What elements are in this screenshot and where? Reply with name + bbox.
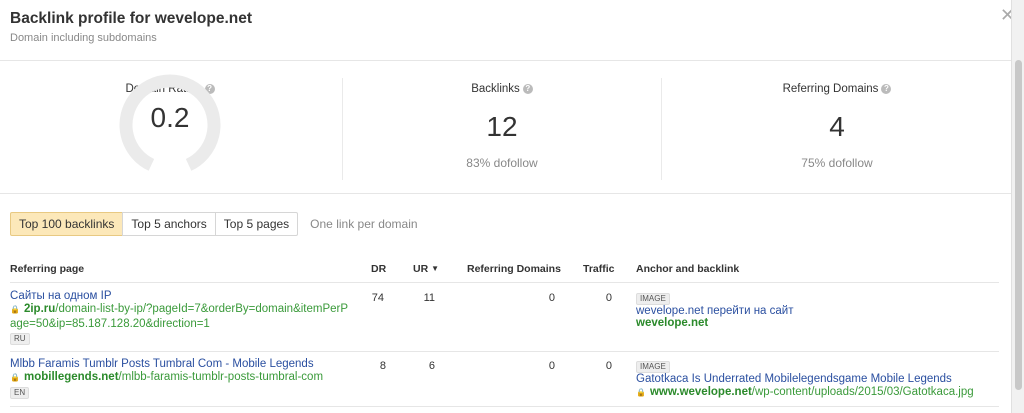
- modal-scrollbar[interactable]: [1011, 0, 1024, 413]
- col-ur[interactable]: UR ▼: [413, 263, 439, 275]
- row-divider: [10, 406, 999, 407]
- url-domain: mobillegends.net: [23, 371, 119, 383]
- referring-domains-value: 4: [829, 111, 845, 142]
- col-ur-label: UR: [413, 263, 429, 275]
- image-badge: IMAGE: [636, 361, 670, 373]
- referring-domains-stat: Referring Domains? 4 75% dofollow: [737, 79, 937, 170]
- referring-page-cell: Сайты на одном IP 🔒 2ip.ru/domain-list-by…: [10, 290, 350, 345]
- referring-domains-label: Referring Domains: [782, 83, 879, 95]
- url-path: /mlbb-faramis-tumblr-posts-tumbral-com: [118, 371, 324, 383]
- backlink-domain: www.wevelope.net: [649, 386, 752, 398]
- language-badge: EN: [10, 387, 30, 399]
- col-anchor-backlink: Anchor and backlink: [636, 263, 740, 275]
- referring-page-title-link[interactable]: Mlbb Faramis Tumblr Posts Tumbral Com - …: [10, 358, 350, 370]
- referring-page-cell: Mlbb Faramis Tumblr Posts Tumbral Com - …: [10, 358, 350, 399]
- col-referring-page: Referring page: [10, 263, 85, 275]
- referring-page-url-link[interactable]: 🔒 mobillegends.net/mlbb-faramis-tumblr-po…: [10, 370, 350, 385]
- image-badge: IMAGE: [636, 293, 670, 305]
- referring-page-title-link[interactable]: Сайты на одном IP: [10, 290, 350, 302]
- help-icon[interactable]: ?: [522, 84, 533, 94]
- url-domain: 2ip.ru: [23, 303, 56, 315]
- tab-top-5-anchors[interactable]: Top 5 anchors: [122, 212, 216, 236]
- row-divider: [10, 351, 999, 352]
- col-traffic[interactable]: Traffic: [583, 263, 615, 275]
- language-badge: RU: [10, 333, 30, 345]
- backlinks-label: Backlinks: [471, 83, 520, 95]
- referring-page-url-link[interactable]: 🔒 2ip.ru/domain-list-by-ip/?pageId=7&orde…: [10, 302, 350, 331]
- backlink-url-link[interactable]: 🔒 www.wevelope.net/wp-content/uploads/201…: [636, 385, 996, 400]
- anchor-cell: IMAGE wevelope.net перейти на сайт wevel…: [636, 292, 996, 329]
- backlinks-stat: Backlinks? 12 83% dofollow: [402, 79, 602, 170]
- anchor-text: Gatotkaca Is Underrated Mobilelegendsgam…: [636, 373, 952, 385]
- lock-icon: 🔒: [10, 373, 20, 382]
- backlinks-dofollow: 83% dofollow: [466, 156, 538, 170]
- url-path-continued: age=50&ip=85.187.128.20&direction=1: [10, 318, 210, 330]
- modal-subtitle: Domain including subdomains: [10, 32, 157, 44]
- one-link-per-domain-toggle[interactable]: One link per domain: [310, 212, 417, 236]
- view-tabs: Top 100 backlinks Top 5 anchors Top 5 pa…: [10, 212, 418, 236]
- traffic-cell: 0: [605, 360, 612, 372]
- anchor-cell: IMAGE Gatotkaca Is Underrated Mobilelege…: [636, 360, 996, 400]
- stat-divider: [661, 78, 662, 180]
- backlink-url-link[interactable]: wevelope.net: [636, 317, 996, 329]
- tab-top-100-backlinks[interactable]: Top 100 backlinks: [10, 212, 124, 236]
- traffic-cell: 0: [605, 292, 612, 304]
- tab-top-5-pages[interactable]: Top 5 pages: [214, 212, 299, 236]
- url-path: /domain-list-by-ip/?pageId=7&orderBy=dom…: [55, 303, 349, 315]
- dr-cell: 8: [379, 360, 386, 372]
- sort-desc-icon: ▼: [431, 264, 440, 273]
- stat-divider: [342, 78, 343, 180]
- col-referring-domains[interactable]: Referring Domains: [467, 263, 561, 275]
- col-dr[interactable]: DR: [371, 263, 386, 275]
- scrollbar-thumb[interactable]: [1015, 60, 1022, 390]
- backlinks-value: 12: [486, 111, 518, 142]
- backlink-path: /wp-content/uploads/2015/03/Gatotkaca.jp…: [751, 386, 974, 398]
- referring-domains-dofollow: 75% dofollow: [801, 156, 873, 170]
- referring-domains-cell: 0: [548, 360, 555, 372]
- backlink-profile-modal: Backlink profile for wevelope.net Domain…: [0, 0, 1012, 413]
- help-icon[interactable]: ?: [881, 84, 892, 94]
- lock-icon: 🔒: [636, 388, 646, 397]
- ur-cell: 6: [428, 360, 435, 372]
- lock-icon: 🔒: [10, 305, 20, 314]
- stats-divider: [0, 193, 1012, 194]
- dr-cell: 74: [371, 292, 384, 304]
- referring-domains-cell: 0: [548, 292, 555, 304]
- ur-cell: 11: [423, 292, 435, 304]
- modal-title: Backlink profile for wevelope.net: [10, 10, 253, 27]
- domain-rating-value: 0.2: [150, 102, 190, 133]
- header-divider: [0, 60, 1012, 61]
- table-header-divider: [10, 282, 999, 283]
- modal-header: Backlink profile for wevelope.net Domain…: [10, 10, 252, 44]
- anchor-text: wevelope.net перейти на сайт: [636, 305, 794, 317]
